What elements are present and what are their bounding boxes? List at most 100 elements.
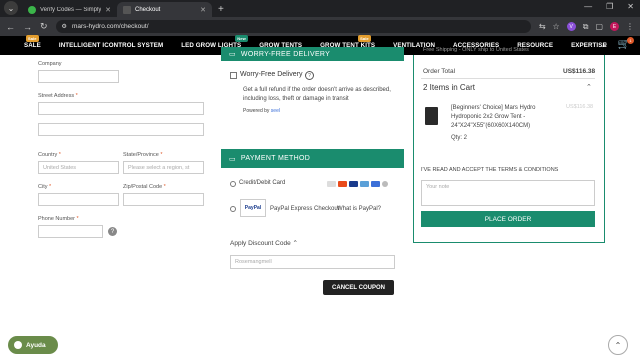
address-bar[interactable]: ⚙ mars-hydro.com/checkout/ <box>55 20 531 33</box>
card-icon: ▭ <box>229 155 236 163</box>
city-label: City * <box>38 184 51 190</box>
seel-link[interactable]: seel <box>271 108 280 114</box>
help-question-icon[interactable]: ? <box>108 227 117 236</box>
zip-label: Zip/Postal Code * <box>123 184 166 190</box>
info-icon[interactable]: ? <box>305 71 314 80</box>
label-text: Phone Number <box>38 216 75 222</box>
menu-dots-icon[interactable]: ⋮ <box>626 22 634 31</box>
bookmark-star-icon[interactable]: ☆ <box>553 22 560 31</box>
required-mark: * <box>163 184 166 190</box>
payment-header-text: PAYMENT METHOD <box>240 155 311 162</box>
powered-by: Powered by seel <box>243 108 280 114</box>
back-icon[interactable]: ← <box>6 22 15 32</box>
nav-item-sale[interactable]: Sale SALE <box>24 35 41 49</box>
ayuda-chat-button[interactable]: Ayuda <box>8 336 58 354</box>
reload-icon[interactable]: ↻ <box>40 21 48 32</box>
profile-avatar[interactable]: E <box>610 22 619 31</box>
close-tab-icon[interactable]: ✕ <box>200 6 206 14</box>
card-radio[interactable] <box>230 181 236 187</box>
browser-tab[interactable]: Verify Codes — SimplyCodes ✕ <box>22 2 117 17</box>
tab-search-icon[interactable]: ⌄ <box>4 1 18 15</box>
sidebar-icon[interactable]: ▢ <box>595 22 603 31</box>
place-order-button[interactable]: PLACE ORDER <box>421 211 595 227</box>
sale-badge: Sale <box>26 35 39 42</box>
worry-free-label: Worry-Free Delivery <box>240 71 303 78</box>
site-info-icon[interactable]: ⚙ <box>62 23 67 30</box>
new-tab-icon[interactable]: + <box>218 4 224 15</box>
delivery-header: ▭ WORRY-FREE DELIVERY <box>221 47 404 61</box>
required-mark: * <box>75 93 78 99</box>
phone-input[interactable] <box>38 225 103 238</box>
mastercard-icon <box>338 181 347 187</box>
tab-title: Checkout <box>135 6 161 13</box>
mars-hydro-favicon-icon <box>123 5 131 14</box>
cancel-coupon-button[interactable]: CANCEL COUPON <box>323 280 394 295</box>
required-mark: * <box>160 152 163 158</box>
delivery-header-text: WORRY-FREE DELIVERY <box>240 50 331 58</box>
extensions-puzzle-icon[interactable]: ⧉ <box>583 22 589 32</box>
company-label: Company <box>38 61 62 67</box>
label-text: City <box>38 184 48 190</box>
forward-icon[interactable]: → <box>23 22 32 32</box>
nav-actions: ⌕ 🛒 1 <box>602 37 634 50</box>
nav-label: SALE <box>24 42 41 49</box>
new-badge: New <box>235 35 248 42</box>
divider <box>421 78 595 79</box>
close-tab-icon[interactable]: ✕ <box>105 6 111 14</box>
order-total-value: US$116.38 <box>563 68 596 75</box>
translate-icon[interactable]: ⇆ <box>539 22 546 31</box>
state-label: State/Province * <box>123 152 162 158</box>
paypal-radio[interactable] <box>230 206 236 212</box>
items-in-cart-toggle[interactable]: 2 Items in Cart <box>423 83 475 92</box>
label-text: State/Province <box>123 152 159 158</box>
country-select[interactable]: United States <box>38 161 119 174</box>
city-input[interactable] <box>38 193 119 206</box>
discount-value: Rosemangmell <box>235 259 272 265</box>
country-label: Country * <box>38 152 61 158</box>
minimize-icon[interactable]: — <box>584 2 592 11</box>
worry-free-checkbox[interactable] <box>230 72 237 79</box>
country-value: United States <box>43 165 77 171</box>
product-qty: Qty: 2 <box>451 135 468 141</box>
street-address-input-1[interactable] <box>38 102 204 115</box>
browser-tab-active[interactable]: Checkout ✕ <box>117 2 212 17</box>
nav-item-icontrol[interactable]: INTELLIGENT ICONTROL SYSTEM <box>59 42 163 49</box>
terms-label[interactable]: I'VE READ AND ACCEPT THE TERMS & CONDITI… <box>421 167 558 173</box>
label-text: Street Address <box>38 93 75 99</box>
product-price: US$116.38 <box>566 104 594 110</box>
discount-label: Apply Discount Code <box>230 240 291 247</box>
discount-toggle[interactable]: Apply Discount Code ⌃ <box>230 239 298 247</box>
cart-icon[interactable]: 🛒 1 <box>618 37 634 50</box>
extension-icon[interactable]: V <box>566 22 576 31</box>
company-input[interactable] <box>38 70 119 83</box>
payment-header: ▭ PAYMENT METHOD <box>221 149 404 168</box>
worry-free-description: Get a full refund if the order doesn't a… <box>243 87 391 102</box>
card-icon-generic <box>327 181 336 187</box>
scroll-to-top-button[interactable]: ⌃ <box>608 335 628 355</box>
label-text: Zip/Postal Code <box>123 184 163 190</box>
street-address-input-2[interactable] <box>38 123 204 136</box>
close-window-icon[interactable]: ✕ <box>627 2 634 11</box>
chat-icon <box>14 341 22 349</box>
powered-by-text: Powered by <box>243 108 270 114</box>
visa-icon <box>349 181 358 187</box>
window-controls: — ❐ ✕ <box>584 2 634 11</box>
discount-code-input[interactable]: Rosemangmell <box>230 255 395 269</box>
order-note-textarea[interactable]: Your note <box>421 180 595 206</box>
ayuda-label: Ayuda <box>26 341 46 349</box>
product-thumbnail[interactable] <box>425 107 438 125</box>
product-name[interactable]: [Beginners' Choice] Mars Hydro Hydroponi… <box>451 104 561 131</box>
label-text: Country <box>38 152 58 158</box>
maximize-icon[interactable]: ❐ <box>606 2 613 11</box>
paypal-label: PayPal Express Checkout <box>270 206 340 212</box>
chevron-up-icon: ⌃ <box>292 240 298 247</box>
card-brand-icons <box>327 181 388 187</box>
checkout-content: Company Street Address * Country * Unite… <box>0 47 640 360</box>
state-select[interactable]: Please select a region, st <box>123 161 204 174</box>
zip-input[interactable] <box>123 193 204 206</box>
what-is-paypal-link[interactable]: What is PayPal? <box>337 206 381 212</box>
note-placeholder: Your note <box>426 184 450 190</box>
tab-title: Verify Codes — SimplyCodes <box>40 6 102 13</box>
chevron-up-icon[interactable]: ⌃ <box>586 83 592 91</box>
search-icon[interactable]: ⌕ <box>602 39 608 50</box>
